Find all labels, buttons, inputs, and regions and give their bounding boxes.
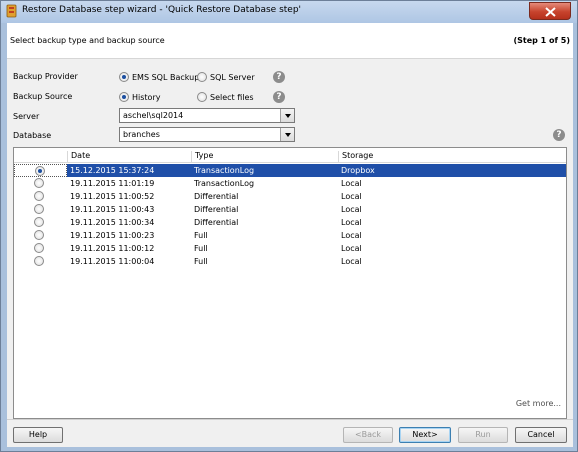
- column-type[interactable]: Type: [191, 151, 213, 162]
- cell-type: Differential: [194, 205, 239, 214]
- row-radio[interactable]: [34, 230, 44, 240]
- source-history-radio[interactable]: History: [119, 92, 160, 102]
- title-bar[interactable]: Restore Database step wizard - 'Quick Re…: [1, 1, 577, 23]
- cell-date: 19.11.2015 11:00:43: [70, 205, 155, 214]
- backup-provider-label: Backup Provider: [13, 72, 78, 81]
- cell-date: 19.11.2015 11:00:34: [70, 218, 155, 227]
- row-select-cell[interactable]: [14, 242, 67, 255]
- server-label: Server: [13, 112, 40, 121]
- cell-date: 19.11.2015 11:00:04: [70, 257, 155, 266]
- cell-date: 15.12.2015 15:37:24: [67, 164, 191, 177]
- source-files-label: Select files: [210, 92, 254, 102]
- help-button[interactable]: Help: [13, 427, 63, 443]
- source-history-label: History: [132, 92, 161, 102]
- row-select-cell[interactable]: [14, 164, 67, 177]
- radio-indicator[interactable]: [197, 92, 207, 102]
- row-select-cell[interactable]: [14, 203, 67, 216]
- cell-type: Differential: [194, 192, 239, 201]
- cell-type: Full: [194, 257, 208, 266]
- cell-storage: Dropbox: [338, 164, 566, 177]
- help-icon[interactable]: ?: [553, 129, 565, 141]
- cell-type: TransactionLog: [191, 164, 338, 177]
- row-select-cell[interactable]: [14, 255, 67, 268]
- table-row[interactable]: 19.11.2015 11:00:23 Full Local: [14, 229, 566, 242]
- row-select-cell[interactable]: [14, 216, 67, 229]
- cell-date: 19.11.2015 11:00:12: [70, 244, 155, 253]
- run-button[interactable]: Run: [458, 427, 508, 443]
- table-row[interactable]: 15.12.2015 15:37:24 TransactionLog Dropbox: [14, 164, 566, 177]
- cell-type: Differential: [194, 218, 239, 227]
- database-label: Database: [13, 131, 52, 140]
- database-value: branches: [123, 130, 160, 139]
- provider-sqlserver-radio[interactable]: SQL Server: [197, 72, 255, 82]
- row-select-cell[interactable]: [14, 190, 67, 203]
- cell-type: TransactionLog: [194, 179, 255, 188]
- database-restore-icon: [6, 4, 17, 18]
- cell-storage: Local: [341, 244, 362, 253]
- cell-storage: Local: [341, 218, 362, 227]
- row-radio[interactable]: [34, 204, 44, 214]
- cell-storage: Local: [341, 205, 362, 214]
- cell-storage: Local: [341, 192, 362, 201]
- cell-date: 19.11.2015 11:01:19: [70, 179, 155, 188]
- backup-source-label: Backup Source: [13, 92, 73, 101]
- table-row[interactable]: 19.11.2015 11:01:19 TransactionLog Local: [14, 177, 566, 190]
- back-button[interactable]: <Back: [343, 427, 393, 443]
- chevron-down-icon[interactable]: [280, 109, 294, 122]
- header-band: Select backup type and backup source (St…: [7, 23, 573, 59]
- row-radio[interactable]: [34, 178, 44, 188]
- close-button[interactable]: [529, 2, 571, 20]
- cell-date: 19.11.2015 11:00:52: [70, 192, 155, 201]
- wizard-content: Select backup type and backup source (St…: [7, 23, 573, 447]
- wizard-window: Restore Database step wizard - 'Quick Re…: [0, 0, 578, 452]
- window-title: Restore Database step wizard - 'Quick Re…: [22, 5, 302, 15]
- cell-type: Full: [194, 231, 208, 240]
- column-storage[interactable]: Storage: [338, 151, 373, 162]
- chevron-down-icon[interactable]: [280, 128, 294, 141]
- help-icon[interactable]: ?: [273, 91, 285, 103]
- column-date[interactable]: Date: [67, 151, 90, 162]
- footer-divider: [7, 419, 573, 420]
- cell-type: Full: [194, 244, 208, 253]
- step-indicator: (Step 1 of 5): [513, 36, 570, 45]
- server-value: aschel\sql2014: [123, 111, 184, 120]
- radio-indicator[interactable]: [119, 72, 129, 82]
- table-row[interactable]: 19.11.2015 11:00:34 Differential Local: [14, 216, 566, 229]
- cell-storage: Local: [341, 231, 362, 240]
- get-more-link[interactable]: Get more...: [516, 399, 561, 408]
- provider-ems-label: EMS SQL Backup: [132, 72, 200, 82]
- cancel-button[interactable]: Cancel: [515, 427, 567, 443]
- backup-history-grid[interactable]: Date Type Storage 15.12.2015 15:37:24 Tra…: [13, 147, 567, 419]
- grid-header: Date Type Storage: [14, 148, 566, 163]
- cell-date: 19.11.2015 11:00:23: [70, 231, 155, 240]
- cell-storage: Local: [341, 179, 362, 188]
- table-row[interactable]: 19.11.2015 11:00:04 Full Local: [14, 255, 566, 268]
- provider-ems-radio[interactable]: EMS SQL Backup: [119, 72, 199, 82]
- row-radio[interactable]: [34, 243, 44, 253]
- close-icon: [545, 7, 556, 17]
- row-select-cell[interactable]: [14, 229, 67, 242]
- provider-sqlserver-label: SQL Server: [210, 72, 255, 82]
- help-icon[interactable]: ?: [273, 71, 285, 83]
- table-row[interactable]: 19.11.2015 11:00:43 Differential Local: [14, 203, 566, 216]
- table-row[interactable]: 19.11.2015 11:00:52 Differential Local: [14, 190, 566, 203]
- radio-indicator[interactable]: [119, 92, 129, 102]
- row-radio[interactable]: [34, 191, 44, 201]
- next-button[interactable]: Next>: [399, 427, 451, 443]
- row-radio[interactable]: [34, 217, 44, 227]
- server-combobox[interactable]: aschel\sql2014: [119, 108, 295, 123]
- step-description: Select backup type and backup source: [10, 36, 165, 45]
- row-radio[interactable]: [34, 256, 44, 266]
- cell-storage: Local: [341, 257, 362, 266]
- source-files-radio[interactable]: Select files: [197, 92, 254, 102]
- table-row[interactable]: 19.11.2015 11:00:12 Full Local: [14, 242, 566, 255]
- row-radio[interactable]: [35, 166, 45, 176]
- database-combobox[interactable]: branches: [119, 127, 295, 142]
- row-select-cell[interactable]: [14, 177, 67, 190]
- radio-indicator[interactable]: [197, 72, 207, 82]
